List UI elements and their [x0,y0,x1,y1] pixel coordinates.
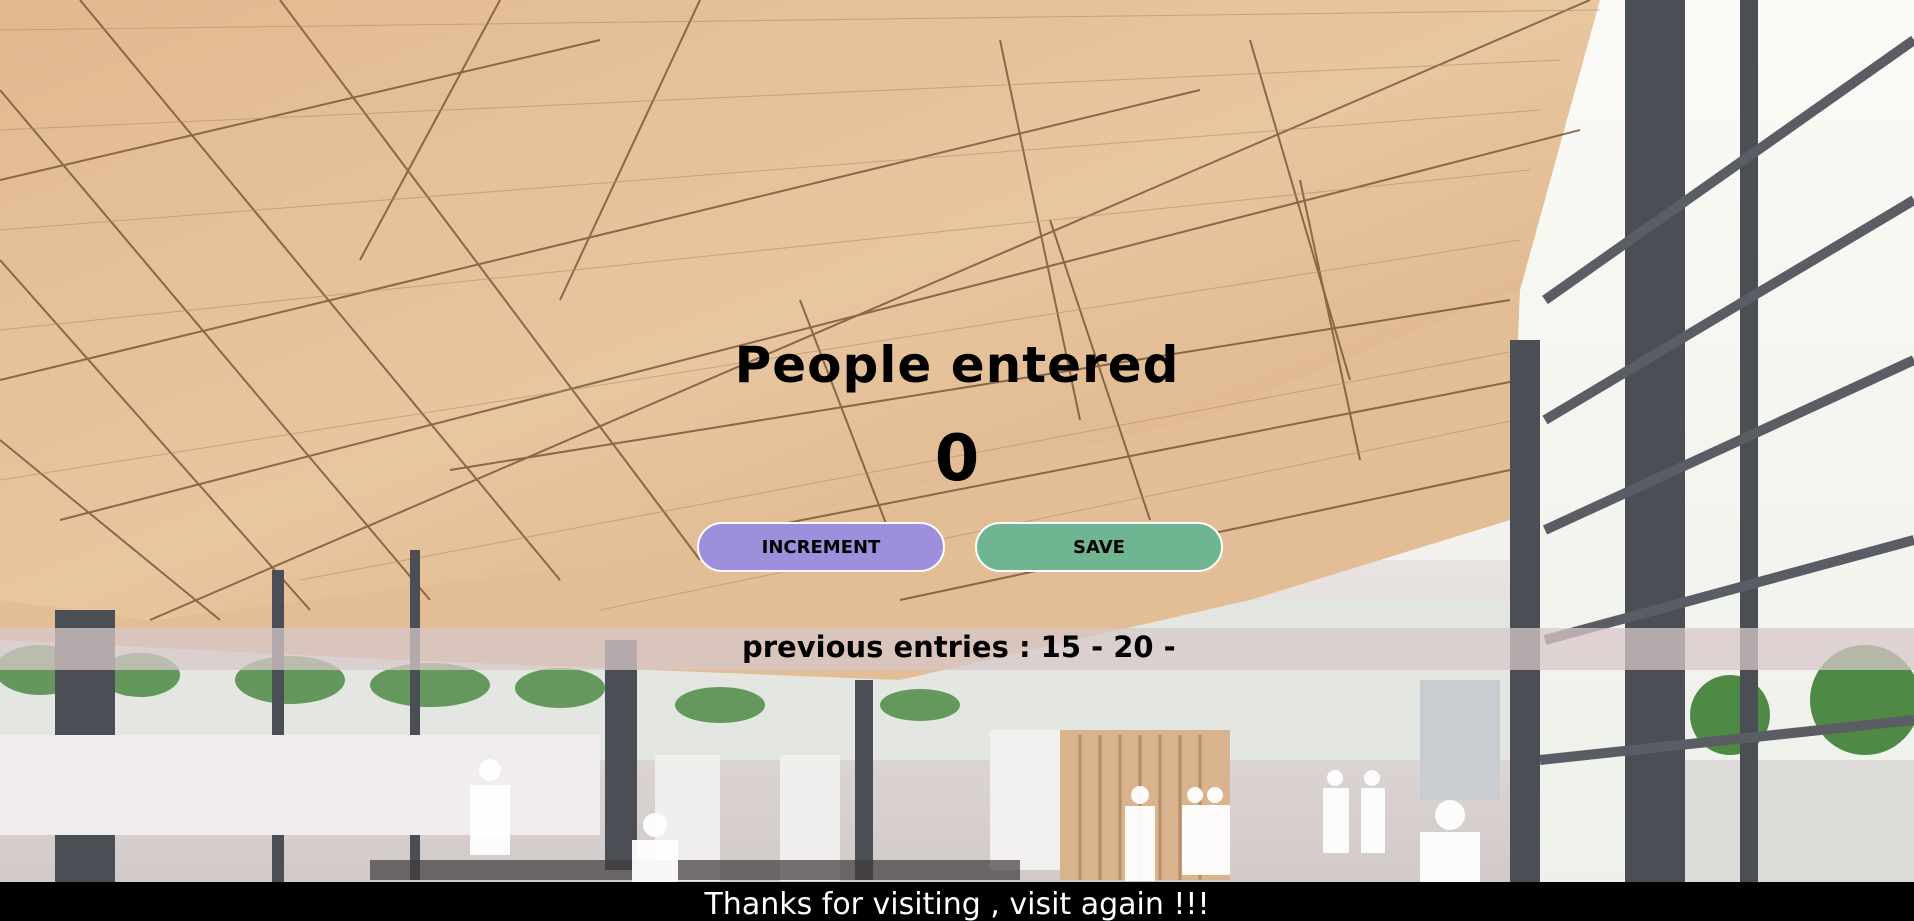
save-button[interactable]: SAVE [975,522,1223,572]
page-title: People entered [734,336,1180,394]
app-root: People entered 0 INCREMENT SAVE previous… [0,0,1914,921]
previous-entries-text: previous entries : 15 - 20 - [742,630,1176,664]
footer-text: Thanks for visiting , visit again !!! [704,887,1210,921]
increment-button[interactable]: INCREMENT [697,522,945,572]
footer: Thanks for visiting , visit again !!! [0,882,1914,921]
people-count: 0 [934,422,980,496]
